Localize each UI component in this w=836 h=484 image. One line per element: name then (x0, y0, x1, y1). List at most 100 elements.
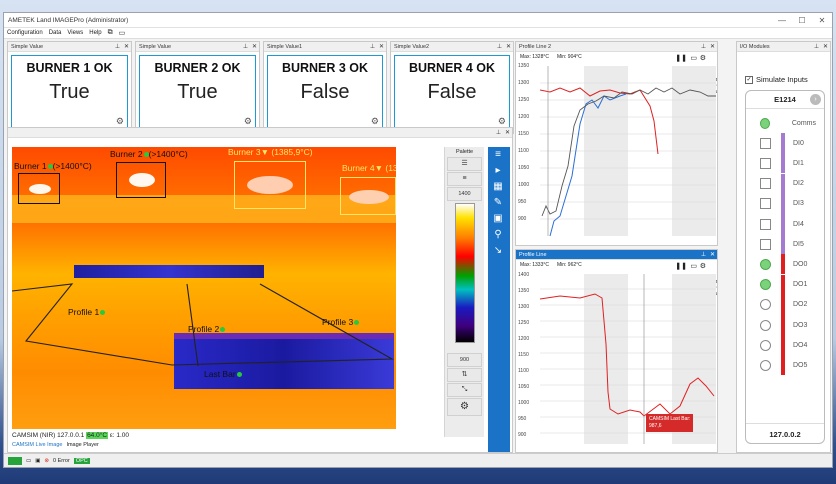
pin-icon[interactable]: ⊥ (699, 43, 708, 50)
error-icon: ⊗ (44, 457, 50, 464)
layout-icon[interactable]: ⧉ (108, 29, 113, 37)
module-name: E1214 (774, 95, 796, 104)
palette-bar (454, 203, 475, 343)
panel-title: Profile Line (519, 251, 547, 258)
fit-button[interactable]: ⤡ (447, 383, 482, 397)
emissivity: ε: 1.00 (109, 432, 129, 439)
menu-configuration[interactable]: Configuration (7, 30, 43, 36)
checkbox[interactable] (760, 238, 771, 250)
menu-help[interactable]: Help (89, 30, 101, 36)
io-group-bar (781, 173, 785, 194)
profile-line-2-chart[interactable] (540, 66, 718, 238)
maximize-button[interactable]: ☐ (792, 16, 812, 25)
checkbox[interactable] (760, 178, 771, 190)
y-tick: 950 (518, 199, 527, 205)
close-icon[interactable]: ✕ (122, 43, 131, 50)
tooltip-value: 987,6 (649, 423, 662, 429)
palette-list-button[interactable]: ☰ (447, 157, 482, 171)
minimize-button[interactable]: — (772, 16, 792, 25)
disk-icon[interactable]: ▭ (26, 458, 31, 464)
io-label: DO0 (793, 260, 808, 268)
y-tick: 1400 (518, 272, 530, 278)
tab-image-player[interactable]: Image Player (66, 442, 98, 448)
y-tick: 1350 (518, 288, 530, 294)
checkbox[interactable] (760, 218, 771, 230)
gear-icon[interactable]: ⚙ (700, 54, 706, 62)
status-led[interactable] (760, 258, 771, 270)
gear-icon[interactable]: ⚙ (700, 262, 706, 270)
pin-icon[interactable]: ⊥ (113, 43, 122, 50)
close-icon[interactable]: ✕ (504, 43, 513, 50)
error-count[interactable]: 0 Error (53, 458, 70, 464)
status-led[interactable] (760, 339, 771, 351)
io-row: DI1 (754, 153, 816, 174)
io-group-bar (781, 355, 785, 376)
close-icon[interactable]: ✕ (250, 43, 259, 50)
status-led[interactable] (760, 359, 771, 371)
gear-icon[interactable]: ⚙ (244, 116, 252, 127)
palette-min-field[interactable]: 900 (447, 353, 482, 367)
io-module-card: E1214 › Comms DI0 DI1 DI2 DI3 DI4 DI5 DO0 DO1 DO2… (745, 90, 825, 444)
checkbox[interactable] (760, 157, 771, 169)
grid-icon[interactable]: ▦ (488, 179, 508, 195)
chevron-right-icon[interactable]: › (810, 94, 821, 105)
pin-icon[interactable]: ⊥ (241, 43, 250, 50)
pause-icon[interactable]: ❚❚ (675, 54, 687, 62)
export-icon[interactable]: ▭ (690, 262, 697, 270)
export-icon[interactable]: ▭ (690, 54, 697, 62)
value-label: BURNER 3 OK (281, 61, 369, 75)
y-tick: 1300 (518, 304, 530, 310)
pin-icon[interactable]: ⊥ (494, 129, 503, 136)
io-group-bar (780, 113, 784, 133)
menu-data[interactable]: Data (49, 30, 62, 36)
pin-icon[interactable]: ⊥ (495, 43, 504, 50)
close-icon[interactable]: ✕ (821, 43, 830, 50)
close-icon[interactable]: ✕ (503, 129, 512, 136)
simulate-checkbox[interactable]: ✓ (745, 75, 753, 84)
io-label: DI0 (793, 139, 804, 147)
play-icon[interactable]: ▸ (488, 163, 508, 179)
simulate-label: Simulate Inputs (756, 75, 808, 84)
menu-views[interactable]: Views (67, 30, 83, 36)
pin-icon[interactable]: ⊥ (368, 43, 377, 50)
close-icon[interactable]: ✕ (377, 43, 386, 50)
io-row: DI4 (754, 214, 816, 234)
close-button[interactable]: ✕ (812, 16, 832, 25)
close-icon[interactable]: ✕ (708, 43, 717, 50)
thermal-image-panel: ⊥ ✕ Burner 1 (>1400°C) Burner 2 (>1400°C) B… (7, 127, 513, 453)
status-led[interactable] (760, 117, 771, 129)
palette-max-field[interactable]: 1400 (447, 187, 482, 201)
monitor-icon[interactable]: ▭ (119, 29, 126, 37)
image-icon[interactable]: ▣ (488, 211, 508, 227)
pointer-icon[interactable]: ↘ (488, 243, 508, 259)
gear-icon[interactable]: ⚙ (498, 116, 506, 127)
settings-button[interactable]: ⚙ (447, 398, 482, 416)
status-led[interactable] (760, 279, 771, 291)
status-led[interactable] (760, 299, 771, 311)
auto-range-button[interactable]: ⇅ (447, 368, 482, 382)
probe-icon[interactable]: ⚲ (488, 227, 508, 243)
y-tick: 1100 (518, 368, 529, 374)
y-tick: 1250 (518, 97, 530, 103)
checkbox[interactable] (760, 137, 771, 149)
checkbox[interactable] (760, 198, 771, 210)
simulate-inputs[interactable]: ✓ Simulate Inputs (745, 75, 808, 84)
tab-live-image[interactable]: CAMSIM Live Image (12, 442, 62, 448)
edit-icon[interactable]: ✎ (488, 195, 508, 211)
pin-icon[interactable]: ⊥ (699, 251, 708, 258)
panel-title: Simple Value (139, 43, 171, 50)
image-icon[interactable]: ▣ (35, 458, 40, 464)
palette-menu-button[interactable]: ≡ (447, 172, 482, 186)
thermal-image[interactable]: Burner 1 (>1400°C) Burner 2 (>1400°C) Burn… (12, 147, 396, 429)
close-icon[interactable]: ✕ (708, 251, 717, 258)
gear-icon[interactable]: ⚙ (116, 116, 124, 127)
y-tick: 1200 (518, 336, 530, 342)
pause-icon[interactable]: ❚❚ (675, 262, 687, 270)
pin-icon[interactable]: ⊥ (812, 43, 821, 50)
io-row: DI2 (754, 173, 816, 194)
gear-icon[interactable]: ⚙ (371, 116, 379, 127)
status-led[interactable] (760, 319, 771, 331)
menu-icon[interactable]: ≡ (488, 147, 508, 163)
io-row: DO2 (754, 294, 816, 315)
y-tick: 1300 (518, 80, 530, 86)
